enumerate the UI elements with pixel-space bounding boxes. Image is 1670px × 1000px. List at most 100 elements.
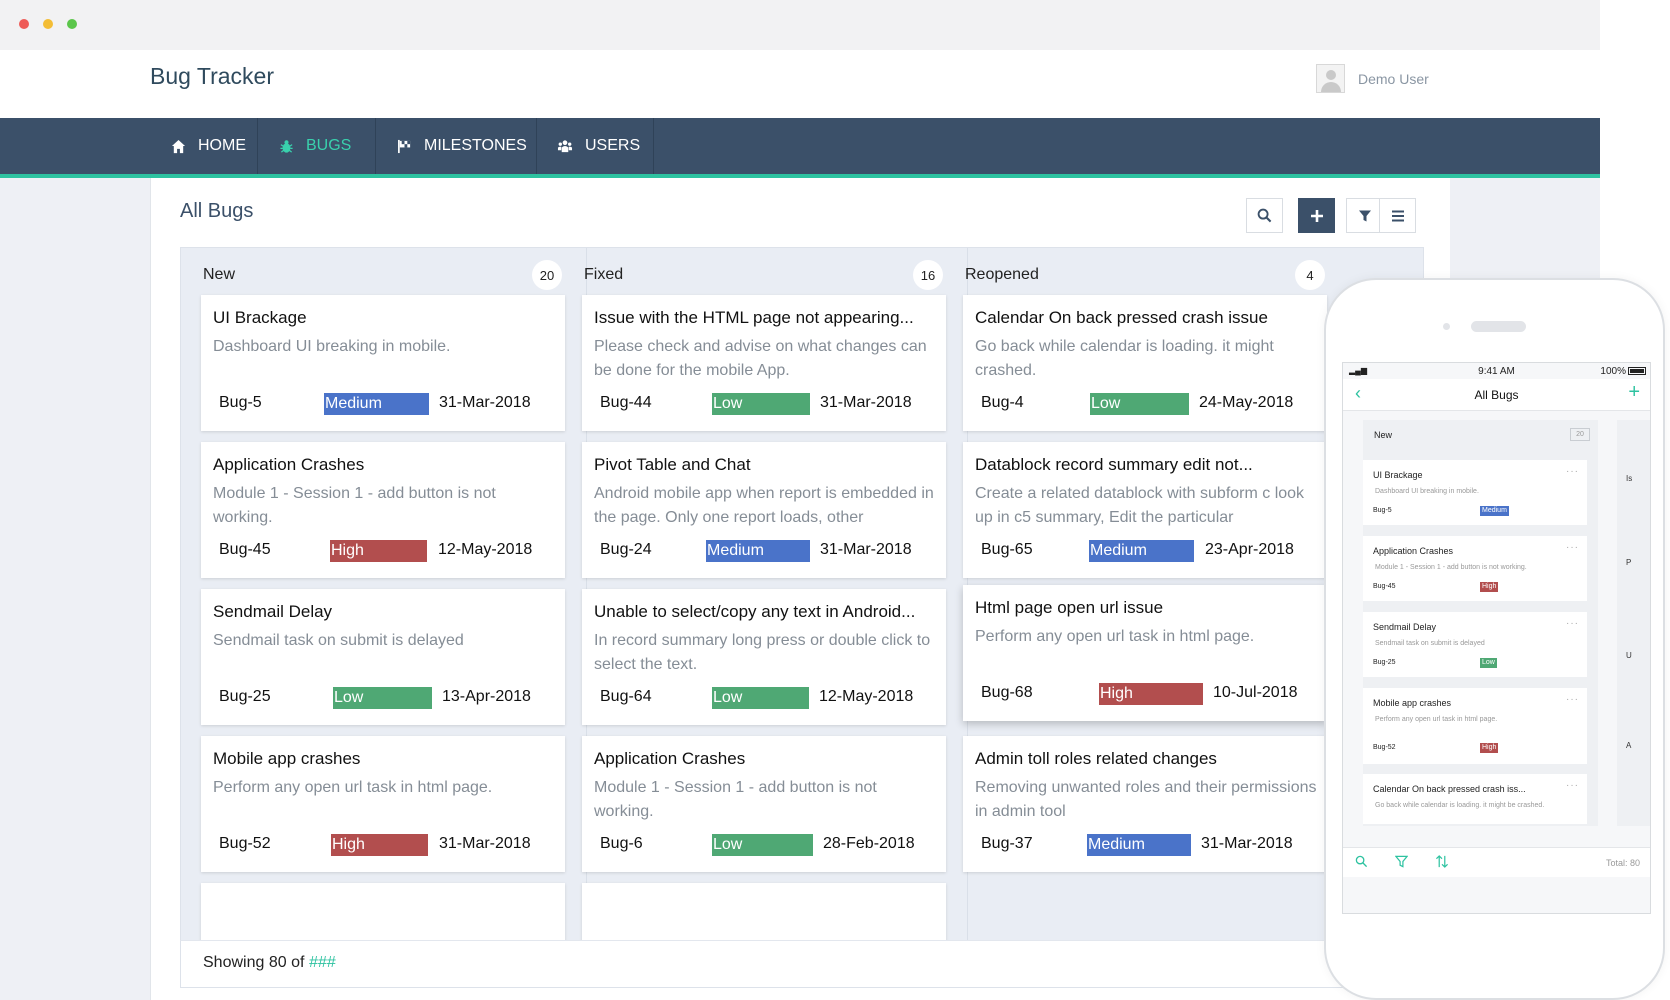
bug-title: Issue with the HTML page not appearing..… [594,308,914,327]
bug-description: Dashboard UI breaking in mobile. [213,338,451,355]
bug-card[interactable]: UI Brackage Dashboard UI breaking in mob… [201,295,565,431]
column-title: New [203,266,236,283]
bug-card[interactable]: Unable to select/copy any text in Androi… [582,589,946,725]
more-icon[interactable]: ··· [1566,618,1579,629]
menu-button[interactable] [1379,198,1416,233]
nav-users[interactable]: USERS [537,118,654,174]
battery-level: 100% [1600,366,1626,377]
bug-title: UI Brackage [213,308,307,327]
phone-bug-title: Calendar On back pressed crash iss... [1373,784,1526,794]
phone-bug-title: Mobile app crashes [1373,698,1452,708]
bug-id: Bug-5 [219,394,262,411]
phone-bug-card[interactable]: Application Crashes ··· Module 1 - Sessi… [1363,536,1587,601]
bug-description: Module 1 - Session 1 - add button is not… [594,779,877,820]
bug-description: Module 1 - Session 1 - add button is not… [213,485,496,526]
phone-bug-card[interactable]: UI Brackage ··· Dashboard UI breaking in… [1363,460,1587,525]
bug-card[interactable] [201,883,565,940]
users-icon [557,138,573,154]
avatar-icon [1316,64,1345,93]
phone-priority-badge: Medium [1480,506,1509,516]
bug-date: 31-Mar-2018 [820,394,912,411]
bug-card[interactable] [582,883,946,940]
more-icon[interactable]: ··· [1566,466,1579,477]
maximize-window-button[interactable] [67,19,77,29]
bug-id: Bug-24 [600,541,652,558]
bug-description: Android mobile app when report is embedd… [594,485,934,526]
bug-id: Bug-25 [219,688,271,705]
column-new: New 20 UI Brackage Dashboard UI breaking… [181,248,587,940]
bug-title: Mobile app crashes [213,749,361,768]
phone-sort-icon[interactable] [1435,855,1449,871]
bug-description: Sendmail task on submit is delayed [213,632,464,649]
more-icon[interactable]: ··· [1566,780,1579,791]
showing-prefix: Showing 80 of [203,954,305,971]
add-bug-button[interactable] [1298,198,1335,233]
nav-bugs[interactable]: BUGS [258,118,376,174]
filter-button[interactable] [1346,198,1383,233]
bug-card[interactable]: Pivot Table and Chat Android mobile app … [582,442,946,578]
phone-priority-badge: High [1480,743,1499,753]
battery-icon [1628,367,1646,375]
more-icon[interactable]: ··· [1566,694,1579,705]
bug-card[interactable]: Calendar On back pressed crash issue Go … [963,295,1327,431]
bug-id: Bug-64 [600,688,652,705]
bug-card[interactable]: Sendmail Delay Sendmail task on submit i… [201,589,565,725]
bug-title: Pivot Table and Chat [594,455,751,474]
bug-card[interactable]: Issue with the HTML page not appearing..… [582,295,946,431]
phone-bug-title: UI Brackage [1373,470,1423,480]
search-button[interactable] [1246,198,1283,233]
bug-card[interactable]: Mobile app crashes Perform any open url … [201,736,565,872]
bug-date: 31-Mar-2018 [439,835,531,852]
priority-badge: High [330,540,427,562]
phone-bug-description: Sendmail task on submit is delayed [1375,640,1485,647]
user-name: Demo User [1358,70,1429,87]
bug-title: Application Crashes [213,455,365,474]
bug-card[interactable]: Application Crashes Module 1 - Session 1… [582,736,946,872]
priority-badge: Medium [324,393,429,415]
nav-milestones-label: MILESTONES [424,137,527,154]
nav-home-label: HOME [198,137,246,154]
phone-filter-icon[interactable] [1394,855,1409,871]
bug-date: 10-Jul-2018 [1213,684,1298,701]
column-count: 4 [1295,260,1325,290]
nav-milestones[interactable]: MILESTONES [376,118,537,174]
more-icon[interactable]: ··· [1566,542,1579,553]
phone-add-icon[interactable]: + [1628,381,1640,404]
bug-card[interactable]: Datablock record summary edit not... Cre… [963,442,1327,578]
phone-side-card: A [1626,741,1632,750]
bug-card[interactable]: Html page open url issue Perform any ope… [963,585,1327,721]
phone-bug-title: Application Crashes [1373,546,1454,556]
phone-side-card: P [1626,558,1632,567]
app-title[interactable]: Bug Tracker [150,63,274,90]
phone-search-icon[interactable] [1355,855,1368,871]
nav-home[interactable]: HOME [150,118,258,174]
bug-date: 24-May-2018 [1199,394,1294,411]
bug-date: 31-Mar-2018 [1201,835,1293,852]
phone-bug-id: Bug-45 [1373,583,1396,590]
nav-bugs-label: BUGS [306,137,352,154]
priority-badge: Medium [1087,834,1191,856]
phone-bug-title: Sendmail Delay [1373,622,1437,632]
bug-card[interactable]: Application Crashes Module 1 - Session 1… [201,442,565,578]
bug-icon [278,138,294,154]
user-menu[interactable]: Demo User [1316,64,1429,93]
phone-camera [1443,323,1450,330]
phone-column-new: New 20 UI Brackage ··· Dashboard UI brea… [1363,420,1598,826]
phone-bug-card[interactable]: Mobile app crashes ··· Perform any open … [1363,688,1587,764]
bug-date: 12-May-2018 [819,688,914,705]
bug-title: Application Crashes [594,749,746,768]
bug-id: Bug-68 [981,684,1033,701]
bug-card[interactable]: Admin toll roles related changes Removin… [963,736,1327,872]
phone-bug-id: Bug-25 [1373,659,1396,666]
bug-description: Create a related datablock with subform … [975,485,1305,526]
column-count: 20 [532,260,562,290]
bug-id: Bug-6 [600,835,643,852]
phone-bug-card[interactable]: Calendar On back pressed crash iss... ··… [1363,774,1587,824]
minimize-window-button[interactable] [43,19,53,29]
phone-bug-card[interactable]: Sendmail Delay ··· Sendmail task on subm… [1363,612,1587,677]
close-window-button[interactable] [19,19,29,29]
priority-badge: High [1099,683,1203,705]
phone-side-card: U [1626,651,1632,660]
priority-badge: Medium [706,540,810,562]
bug-title: Unable to select/copy any text in Androi… [594,602,916,621]
